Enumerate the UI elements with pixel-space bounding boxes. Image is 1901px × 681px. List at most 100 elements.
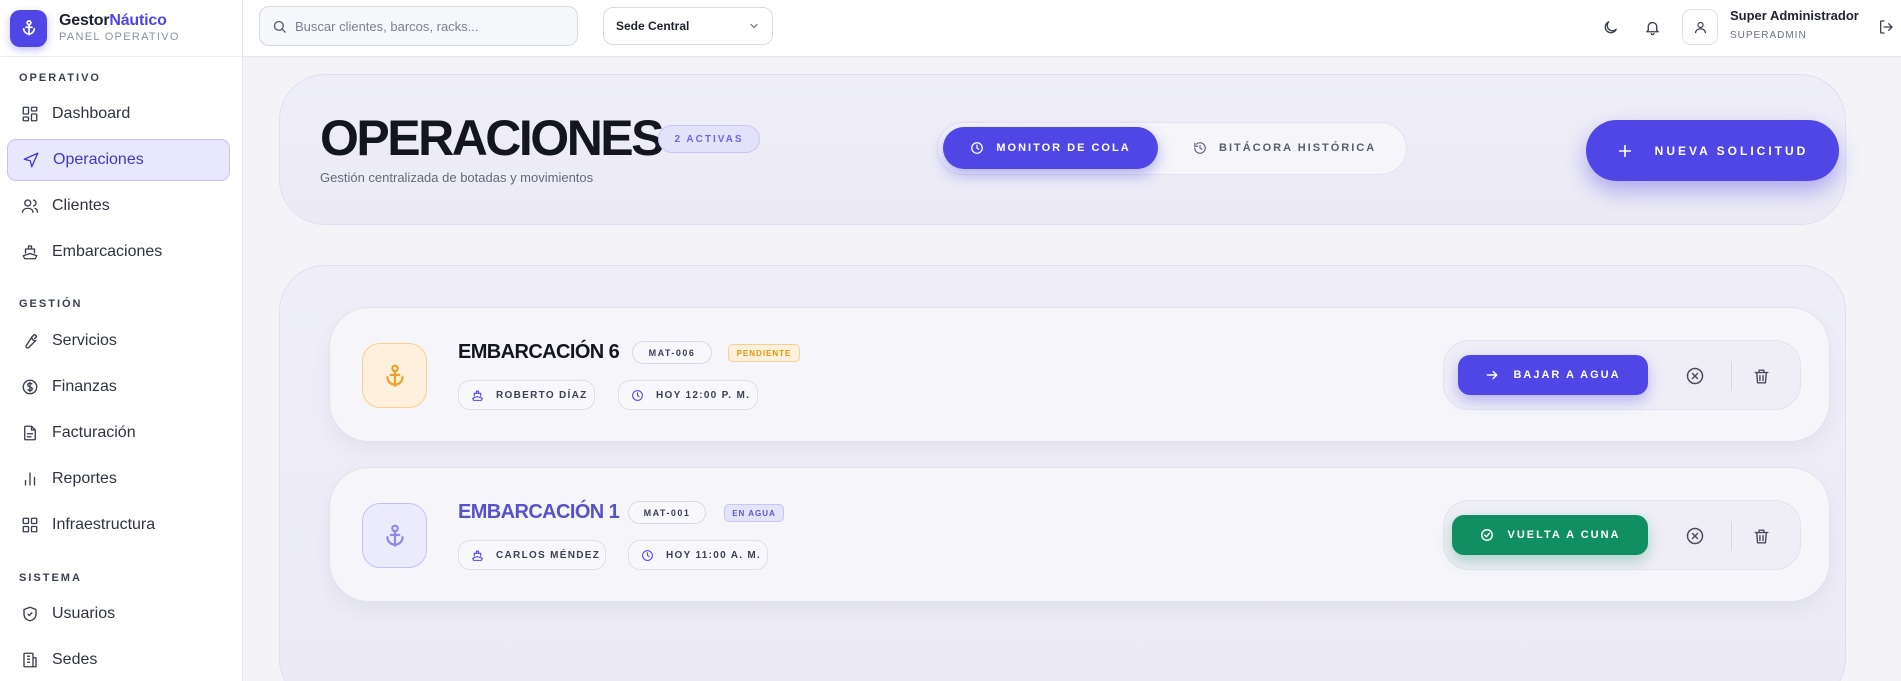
dashboard-icon: [20, 104, 40, 124]
search-icon: [272, 19, 287, 34]
dollar-icon: [20, 377, 40, 397]
sidebar-item-label: Embarcaciones: [52, 243, 163, 260]
users-icon: [20, 196, 40, 216]
scheduled-time: HOY 12:00 P. M.: [656, 389, 751, 401]
brand-subtitle: PANEL OPERATIVO: [59, 31, 180, 43]
launch-to-water-button[interactable]: BAJAR A AGUA: [1458, 355, 1648, 395]
sidebar-item-sedes[interactable]: Sedes: [7, 639, 230, 681]
plus-icon: [1617, 143, 1633, 159]
scheduled-time: HOY 11:00 A. M.: [666, 549, 762, 561]
action-label: BAJAR A AGUA: [1513, 369, 1621, 381]
sidebar-item-label: Servicios: [52, 332, 117, 349]
status-badge: EN AGUA: [724, 504, 784, 522]
request-queue: EMBARCACIÓN 6 MAT-006 PENDIENTE ROBERTO …: [279, 265, 1846, 681]
brand[interactable]: GestorNáutico PANEL OPERATIVO: [0, 0, 242, 57]
building-icon: [20, 650, 40, 670]
return-to-cradle-button[interactable]: VUELTA A CUNA: [1452, 515, 1648, 555]
search-placeholder: Buscar clientes, barcos, racks...: [295, 18, 479, 34]
time-chip: HOY 11:00 A. M.: [628, 540, 768, 570]
request-card: EMBARCACIÓN 6 MAT-006 PENDIENTE ROBERTO …: [329, 307, 1830, 442]
tab-label: BITÁCORA HISTÓRICA: [1219, 142, 1377, 154]
grid-icon: [20, 515, 40, 535]
card-actions: VUELTA A CUNA: [1443, 500, 1801, 570]
view-tabs: MONITOR DE COLA BITÁCORA HISTÓRICA: [937, 122, 1407, 175]
new-request-label: NUEVA SOLICITUD: [1654, 143, 1809, 158]
trash-icon[interactable]: [1750, 525, 1772, 547]
search-input[interactable]: Buscar clientes, barcos, racks...: [259, 6, 578, 46]
sidebar-item-label: Operaciones: [53, 151, 144, 168]
sidebar-item-label: Sedes: [52, 651, 98, 668]
sidebar-item-operaciones[interactable]: Operaciones: [7, 139, 230, 181]
action-label: VUELTA A CUNA: [1507, 529, 1621, 541]
time-chip: HOY 12:00 P. M.: [618, 380, 758, 410]
main-content: OPERACIONES 2 ACTIVAS Gestión centraliza…: [243, 57, 1901, 681]
site-select-value: Sede Central: [616, 19, 690, 33]
chevron-down-icon: [748, 20, 760, 32]
boat-name: EMBARCACIÓN 6: [458, 341, 620, 363]
history-icon: [1193, 141, 1207, 155]
user-name: Super Administrador: [1730, 8, 1859, 23]
sidebar-item-label: Usuarios: [52, 605, 116, 622]
trash-icon[interactable]: [1750, 365, 1772, 387]
check-circle-icon: [1480, 528, 1494, 542]
anchor-icon: [362, 343, 427, 408]
sidebar-item-facturacion[interactable]: Facturación: [7, 412, 230, 454]
client-chip: CARLOS MÉNDEZ: [458, 540, 606, 570]
request-card: EMBARCACIÓN 1 MAT-001 EN AGUA CARLOS MÉN…: [329, 467, 1830, 602]
shield-icon: [20, 604, 40, 624]
bar-chart-icon: [20, 469, 40, 489]
registration-tag: MAT-001: [628, 501, 706, 524]
sidebar-item-embarcaciones[interactable]: Embarcaciones: [7, 231, 230, 273]
clock-icon: [641, 549, 654, 562]
sidebar-item-clientes[interactable]: Clientes: [7, 185, 230, 227]
cancel-icon[interactable]: [1684, 365, 1706, 387]
sidebar: GestorNáutico PANEL OPERATIVO OPERATIVO …: [0, 0, 243, 681]
clock-icon: [631, 389, 644, 402]
cancel-icon[interactable]: [1684, 525, 1706, 547]
section-title-operativo: OPERATIVO: [19, 72, 101, 84]
active-count-badge: 2 ACTIVAS: [658, 125, 760, 153]
clock-icon: [970, 141, 984, 155]
sidebar-item-label: Clientes: [52, 197, 110, 214]
action-divider: [1731, 521, 1732, 551]
page-subtitle: Gestión centralizada de botadas y movimi…: [320, 170, 594, 185]
registration-tag: MAT-006: [632, 341, 712, 364]
sidebar-item-servicios[interactable]: Servicios: [7, 320, 230, 362]
page-title: OPERACIONES: [320, 110, 665, 166]
arrow-right-icon: [1485, 368, 1499, 382]
anchor-logo-icon: [10, 9, 47, 47]
anchor-icon: [362, 503, 427, 568]
avatar[interactable]: [1682, 9, 1718, 45]
sidebar-item-dashboard[interactable]: Dashboard: [7, 93, 230, 135]
card-actions: BAJAR A AGUA: [1443, 340, 1801, 410]
wrench-icon: [20, 331, 40, 351]
user-role: SUPERADMIN: [1730, 30, 1807, 41]
ship-icon: [471, 389, 484, 402]
section-title-gestion: GESTIÓN: [19, 298, 83, 310]
sidebar-item-infraestructura[interactable]: Infraestructura: [7, 504, 230, 546]
ship-icon: [471, 549, 484, 562]
client-name: ROBERTO DÍAZ: [496, 389, 588, 401]
moon-icon[interactable]: [1599, 16, 1621, 38]
topbar: Buscar clientes, barcos, racks... Sede C…: [243, 0, 1901, 57]
page-header: OPERACIONES 2 ACTIVAS Gestión centraliza…: [279, 74, 1846, 225]
sidebar-item-label: Dashboard: [52, 105, 131, 122]
tab-bitacora-historica[interactable]: BITÁCORA HISTÓRICA: [1193, 127, 1383, 169]
status-badge: PENDIENTE: [728, 344, 800, 362]
send-icon: [21, 150, 41, 170]
sidebar-item-label: Reportes: [52, 470, 117, 487]
bell-icon[interactable]: [1641, 16, 1663, 38]
tab-monitor-de-cola[interactable]: MONITOR DE COLA: [943, 127, 1158, 169]
sidebar-item-label: Finanzas: [52, 378, 117, 395]
new-request-button[interactable]: NUEVA SOLICITUD: [1586, 120, 1839, 181]
client-chip: ROBERTO DÍAZ: [458, 380, 595, 410]
site-select[interactable]: Sede Central: [603, 7, 773, 45]
tab-label: MONITOR DE COLA: [996, 142, 1131, 154]
ship-icon: [20, 242, 40, 262]
sidebar-item-usuarios[interactable]: Usuarios: [7, 593, 230, 635]
boat-name: EMBARCACIÓN 1: [458, 501, 620, 523]
sidebar-item-reportes[interactable]: Reportes: [7, 458, 230, 500]
sidebar-item-finanzas[interactable]: Finanzas: [7, 366, 230, 408]
logout-icon[interactable]: [1875, 16, 1897, 38]
sidebar-item-label: Infraestructura: [52, 516, 156, 533]
